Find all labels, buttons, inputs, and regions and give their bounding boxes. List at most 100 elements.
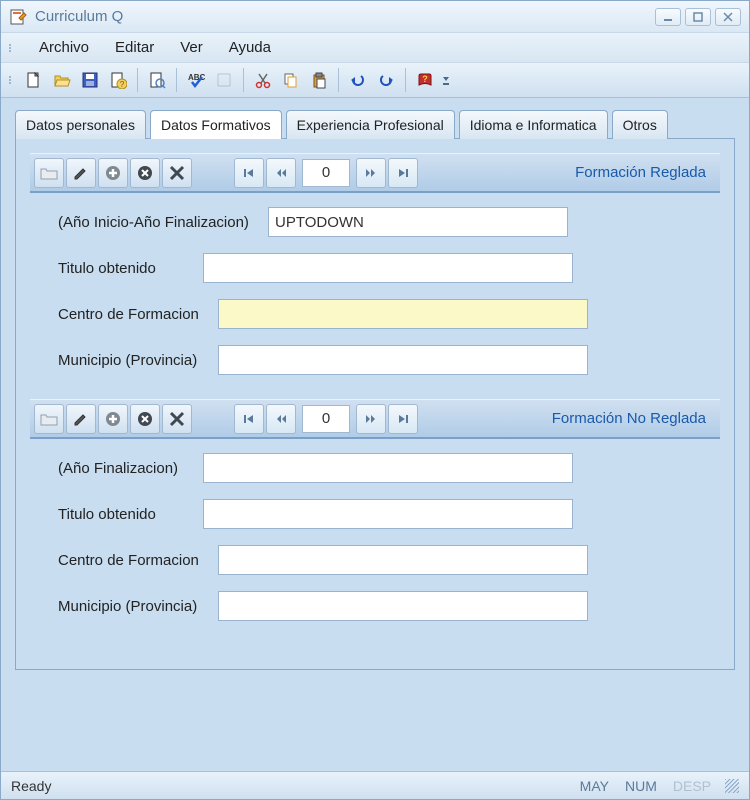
row-centro: Centro de Formacion: [58, 299, 714, 329]
label-ano-fin: (Año Finalizacion): [58, 460, 203, 477]
record-navigator: 0: [234, 158, 418, 188]
copy-button[interactable]: [278, 67, 304, 93]
tab-datos-formativos[interactable]: Datos Formativos: [150, 110, 282, 139]
label-titulo: Titulo obtenido: [58, 260, 203, 277]
tab-panel: 0 Formación Reglada (Año Inicio-Año Fina…: [15, 138, 735, 670]
tab-experiencia[interactable]: Experiencia Profesional: [286, 110, 455, 139]
menubar: Archivo Editar Ver Ayuda: [1, 33, 749, 63]
section-title: Formación Reglada: [418, 164, 716, 181]
input-ano[interactable]: [268, 207, 568, 237]
resize-grip[interactable]: [725, 779, 739, 793]
row-ano-fin: (Año Finalizacion): [58, 453, 714, 483]
app-icon: [9, 8, 27, 26]
cancel-button[interactable]: [162, 404, 192, 434]
menubar-grip: [9, 37, 15, 58]
input-titulo[interactable]: [203, 253, 573, 283]
remove-button[interactable]: [130, 404, 160, 434]
content-area: Datos personales Datos Formativos Experi…: [1, 98, 749, 771]
print-preview-button[interactable]: [144, 67, 170, 93]
toolbar-separator: [338, 68, 339, 92]
folder-button[interactable]: [34, 158, 64, 188]
toolbar-overflow-button[interactable]: [440, 67, 452, 93]
edit-button[interactable]: [66, 404, 96, 434]
form-rows: (Año Inicio-Año Finalizacion) Titulo obt…: [30, 193, 720, 375]
record-counter: 0: [302, 405, 350, 433]
save-as-button[interactable]: ?: [105, 67, 131, 93]
status-may: MAY: [572, 778, 617, 794]
toolbar-grip: [9, 76, 15, 84]
paste-button[interactable]: [306, 67, 332, 93]
undo-button[interactable]: [345, 67, 371, 93]
toolbar-separator: [176, 68, 177, 92]
row-municipio2: Municipio (Provincia): [58, 591, 714, 621]
section-formacion-no-reglada: 0 Formación No Reglada (Año Finalizacion…: [30, 399, 720, 621]
maximize-button[interactable]: [685, 8, 711, 26]
input-ano-fin[interactable]: [203, 453, 573, 483]
toolbar-separator: [243, 68, 244, 92]
first-button[interactable]: [234, 158, 264, 188]
spellcheck-button[interactable]: ABC: [183, 67, 209, 93]
menu-ayuda[interactable]: Ayuda: [225, 37, 275, 58]
status-text: Ready: [11, 778, 572, 794]
folder-button[interactable]: [34, 404, 64, 434]
window-controls: [655, 8, 741, 26]
menu-archivo[interactable]: Archivo: [35, 37, 93, 58]
titlebar: Curriculum Q: [1, 1, 749, 33]
minimize-button[interactable]: [655, 8, 681, 26]
label-municipio: Municipio (Provincia): [58, 352, 218, 369]
next-button[interactable]: [356, 158, 386, 188]
input-centro2[interactable]: [218, 545, 588, 575]
label-ano: (Año Inicio-Año Finalizacion): [58, 214, 268, 231]
tab-otros[interactable]: Otros: [612, 110, 668, 139]
tab-idioma[interactable]: Idioma e Informatica: [459, 110, 608, 139]
section-formacion-reglada: 0 Formación Reglada (Año Inicio-Año Fina…: [30, 153, 720, 375]
tabstrip: Datos personales Datos Formativos Experi…: [15, 110, 735, 139]
remove-button[interactable]: [130, 158, 160, 188]
row-titulo: Titulo obtenido: [58, 253, 714, 283]
redo-button[interactable]: [373, 67, 399, 93]
label-municipio2: Municipio (Provincia): [58, 598, 218, 615]
cancel-button[interactable]: [162, 158, 192, 188]
svg-text:?: ?: [422, 74, 428, 84]
close-button[interactable]: [715, 8, 741, 26]
status-desp: DESP: [665, 778, 719, 794]
menu-editar[interactable]: Editar: [111, 37, 158, 58]
open-button[interactable]: [49, 67, 75, 93]
label-titulo2: Titulo obtenido: [58, 506, 203, 523]
svg-text:?: ?: [120, 80, 125, 89]
save-button[interactable]: [77, 67, 103, 93]
input-municipio[interactable]: [218, 345, 588, 375]
prev-button[interactable]: [266, 404, 296, 434]
prev-button[interactable]: [266, 158, 296, 188]
last-button[interactable]: [388, 404, 418, 434]
help-button[interactable]: ?: [412, 67, 438, 93]
toolbar: ? ABC ?: [1, 63, 749, 98]
first-button[interactable]: [234, 404, 264, 434]
svg-text:ABC: ABC: [188, 73, 206, 82]
input-centro[interactable]: [218, 299, 588, 329]
new-button[interactable]: [21, 67, 47, 93]
last-button[interactable]: [388, 158, 418, 188]
app-window: Curriculum Q Archivo Editar Ver Ayuda ? …: [0, 0, 750, 800]
input-titulo2[interactable]: [203, 499, 573, 529]
row-centro2: Centro de Formacion: [58, 545, 714, 575]
row-titulo2: Titulo obtenido: [58, 499, 714, 529]
row-ano-inicio: (Año Inicio-Año Finalizacion): [58, 207, 714, 237]
tab-datos-personales[interactable]: Datos personales: [15, 110, 146, 139]
status-num: NUM: [617, 778, 665, 794]
disabled-button: [211, 67, 237, 93]
form-rows: (Año Finalizacion) Titulo obtenido Centr…: [30, 439, 720, 621]
record-counter: 0: [302, 159, 350, 187]
cut-button[interactable]: [250, 67, 276, 93]
next-button[interactable]: [356, 404, 386, 434]
section-header: 0 Formación No Reglada: [30, 399, 720, 439]
record-navigator: 0: [234, 404, 418, 434]
edit-button[interactable]: [66, 158, 96, 188]
menu-ver[interactable]: Ver: [176, 37, 207, 58]
toolbar-separator: [137, 68, 138, 92]
window-title: Curriculum Q: [35, 8, 655, 25]
toolbar-separator: [405, 68, 406, 92]
input-municipio2[interactable]: [218, 591, 588, 621]
add-button[interactable]: [98, 404, 128, 434]
add-button[interactable]: [98, 158, 128, 188]
